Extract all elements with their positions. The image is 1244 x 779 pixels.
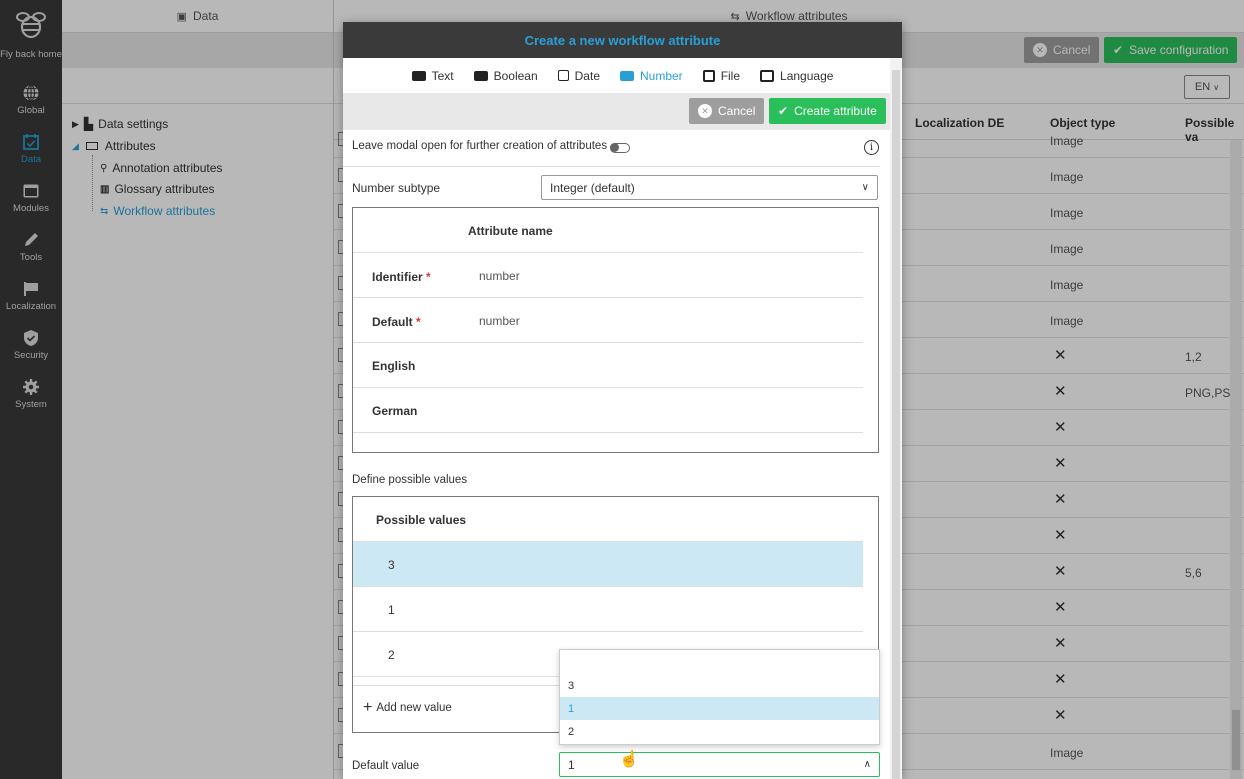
tab-text[interactable]: Text (411, 68, 454, 83)
default-row: Default * number (353, 298, 863, 343)
file-type-icon (702, 69, 715, 82)
language-type-icon (760, 69, 775, 82)
dropdown-option[interactable]: 2 (560, 720, 879, 743)
tab-label: File (720, 68, 741, 83)
check-icon: ✔ (778, 104, 789, 118)
tab-boolean[interactable]: Boolean (473, 68, 538, 83)
identifier-label: Identifier * (372, 270, 431, 284)
add-new-value-label: Add new value (376, 702, 452, 714)
possible-value-row[interactable]: 3 (353, 542, 863, 587)
tab-language[interactable]: Language (760, 69, 833, 83)
type-tabs: Text Boolean Date Number File Language (343, 58, 902, 93)
english-label: English (372, 359, 416, 373)
identifier-row: Identifier * number (353, 253, 863, 298)
divider (343, 166, 880, 167)
plus-icon: + (363, 699, 373, 716)
tab-label: Boolean (493, 68, 538, 83)
modal-cancel-button[interactable]: ✕ Cancel (689, 98, 765, 124)
attribute-name-table: Attribute name Identifier * number Defau… (352, 207, 879, 453)
date-type-icon (557, 70, 569, 81)
info-icon[interactable]: i (864, 140, 879, 155)
modal-scrollbar[interactable] (890, 58, 902, 779)
default-value-select[interactable]: 1 ∧ (559, 752, 880, 777)
possible-value: 2 (388, 648, 395, 662)
tab-label: Text (431, 68, 454, 83)
boolean-type-icon (473, 70, 488, 81)
add-new-value-button[interactable]: + Add new value (363, 699, 452, 716)
table-header-row: Attribute name (353, 208, 863, 253)
number-subtype-label: Number subtype (352, 181, 441, 195)
german-row[interactable]: German (353, 388, 863, 433)
english-row[interactable]: English (353, 343, 863, 388)
table-header-row: Possible values (353, 497, 863, 542)
default-value-dropdown: 3 1 2 (559, 649, 880, 745)
text-type-icon (411, 70, 426, 81)
create-attribute-button[interactable]: ✔ Create attribute (769, 98, 886, 124)
chevron-down-icon: ∨ (861, 182, 869, 193)
leave-open-toggle[interactable] (610, 143, 630, 153)
cancel-icon: ✕ (698, 104, 712, 118)
tab-label: Date (574, 68, 600, 83)
identifier-input[interactable]: number (479, 269, 520, 283)
create-label: Create attribute (794, 104, 877, 118)
tab-label: Number (640, 68, 683, 83)
possible-value: 1 (388, 603, 395, 617)
default-value-input: 1 (568, 757, 575, 772)
dropdown-option-selected[interactable]: 1 (560, 697, 879, 720)
number-subtype-select[interactable]: Integer (default) ∨ (541, 175, 878, 200)
possible-values-header: Possible values (376, 513, 467, 527)
tab-date[interactable]: Date (557, 68, 600, 83)
possible-values-section-label: Define possible values (352, 474, 468, 486)
tab-label: Language (780, 68, 834, 83)
german-label: German (372, 404, 418, 418)
tab-file[interactable]: File (702, 68, 741, 83)
possible-value-row[interactable]: 1 (353, 587, 863, 632)
dropdown-option[interactable]: 3 (560, 674, 879, 697)
number-type-icon (620, 70, 634, 81)
number-subtype-value: Integer (default) (550, 180, 635, 195)
modal-toolbar: ✕ Cancel ✔ Create attribute (343, 93, 902, 130)
mouse-cursor-icon: ☝ (619, 751, 639, 768)
chevron-up-icon: ∧ (863, 759, 871, 770)
modal-title: Create a new workflow attribute (343, 22, 902, 58)
leave-open-label: Leave modal open for further creation of… (352, 140, 608, 152)
default-value-label: Default value (352, 760, 420, 772)
attribute-name-header: Attribute name (468, 224, 553, 238)
default-input[interactable]: number (479, 314, 520, 328)
scrollbar-thumb[interactable] (892, 70, 900, 779)
default-label: Default * (372, 315, 421, 329)
tab-number[interactable]: Number (620, 69, 683, 83)
possible-value: 3 (388, 558, 395, 572)
cancel-label: Cancel (718, 104, 756, 118)
